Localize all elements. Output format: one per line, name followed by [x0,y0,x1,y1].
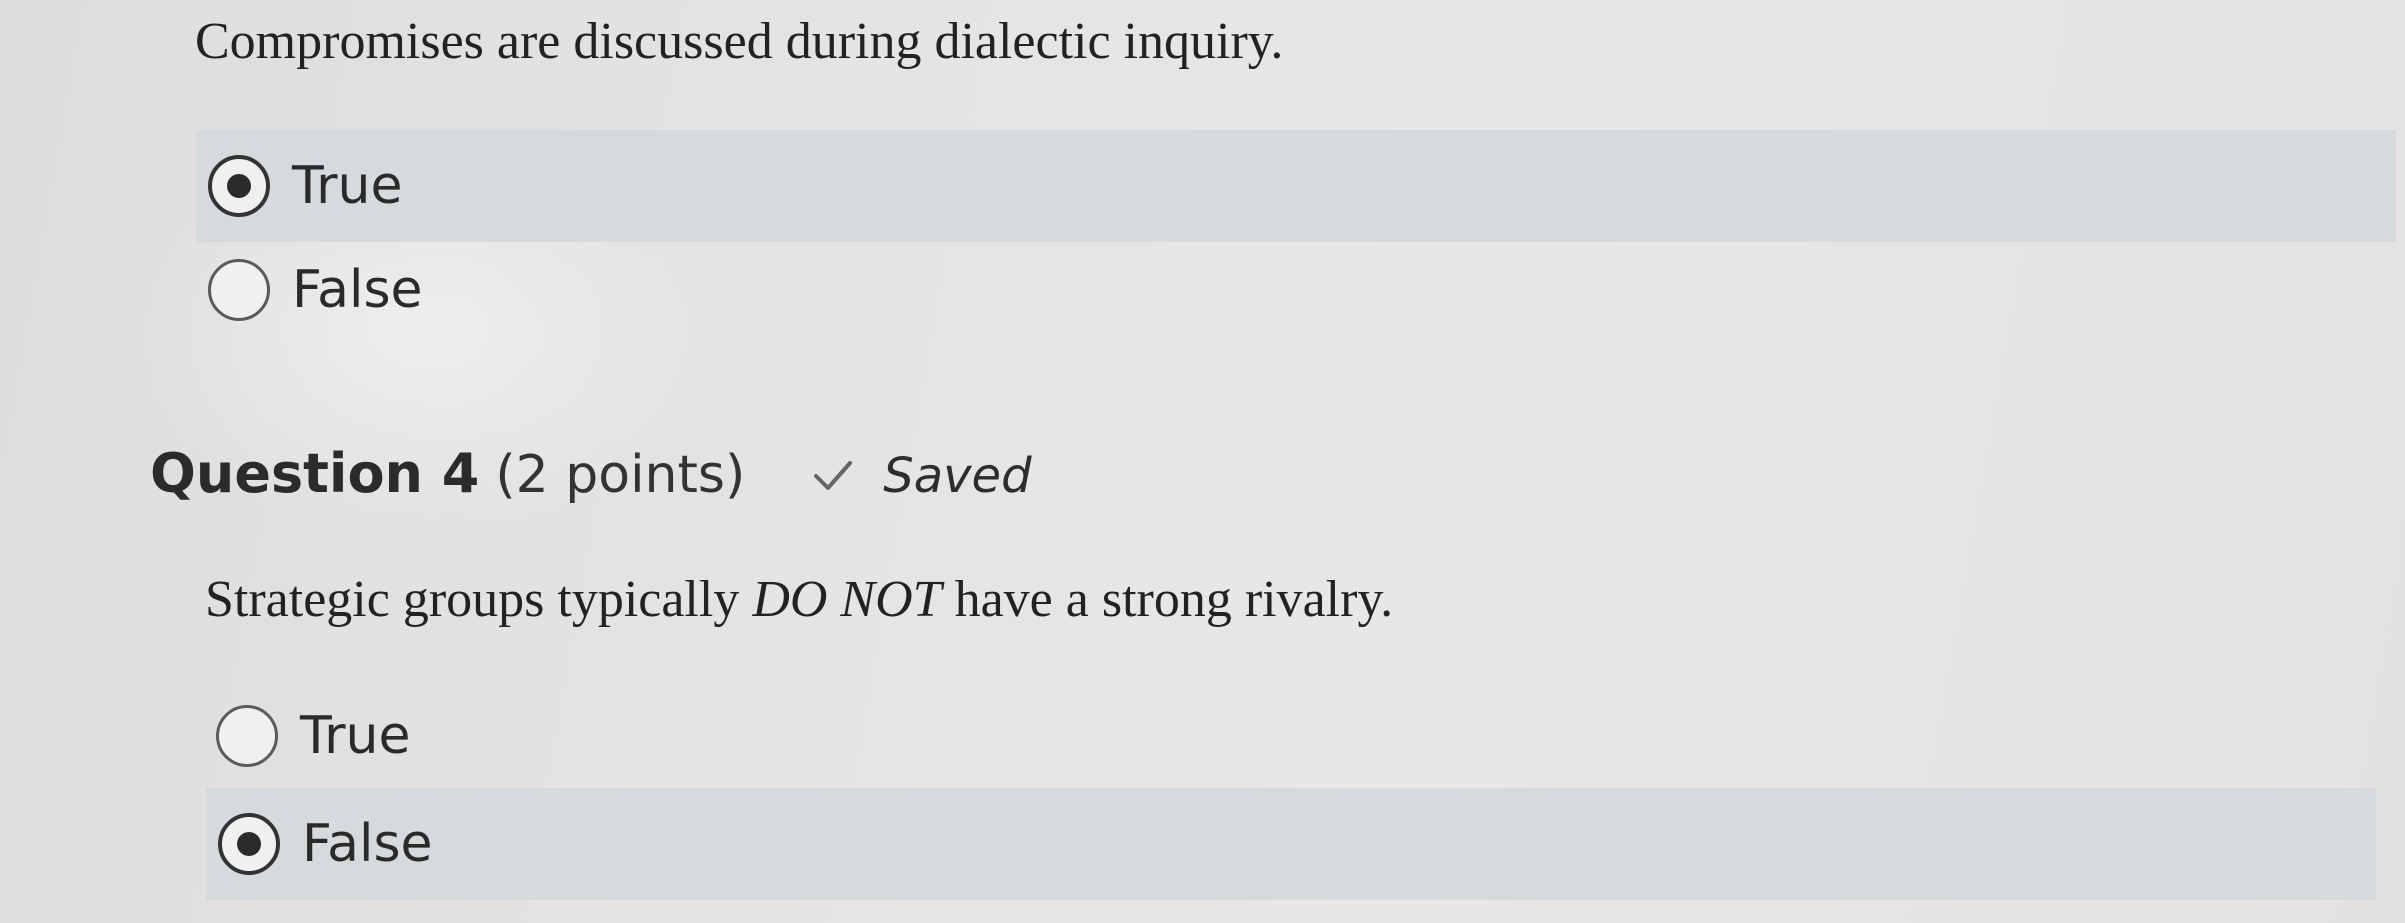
radio-dot [237,832,261,856]
question-4-option-false[interactable]: False [206,788,2376,900]
question-3-option-true[interactable]: True [196,130,2396,242]
question-points: (2 points) [495,445,746,505]
option-label: True [292,156,403,216]
question-4-header: Question 4 (2 points) Saved [150,442,1032,505]
option-label: False [302,814,433,874]
question-text-part: have a strong rivalry. [941,571,1394,628]
question-text-part: Strategic groups typically [205,571,753,628]
question-title: Question 4 [150,442,480,505]
checkmark-icon [814,461,853,490]
radio-dot [227,174,251,198]
question-4-text: Strategic groups typically DO NOT have a… [205,570,1393,629]
saved-status: Saved [813,448,1032,504]
option-label: True [300,706,411,766]
radio-selected-icon[interactable] [218,813,280,875]
question-3-option-false[interactable]: False [196,240,996,340]
radio-unselected-icon[interactable] [216,705,278,767]
radio-selected-icon[interactable] [208,155,270,217]
option-label: False [292,260,423,320]
question-3-text: Compromises are discussed during dialect… [195,13,1284,70]
question-text-emphasis: DO NOT [752,571,942,628]
saved-label: Saved [883,448,1032,504]
radio-unselected-icon[interactable] [208,259,270,321]
question-4-option-true[interactable]: True [204,686,1004,786]
